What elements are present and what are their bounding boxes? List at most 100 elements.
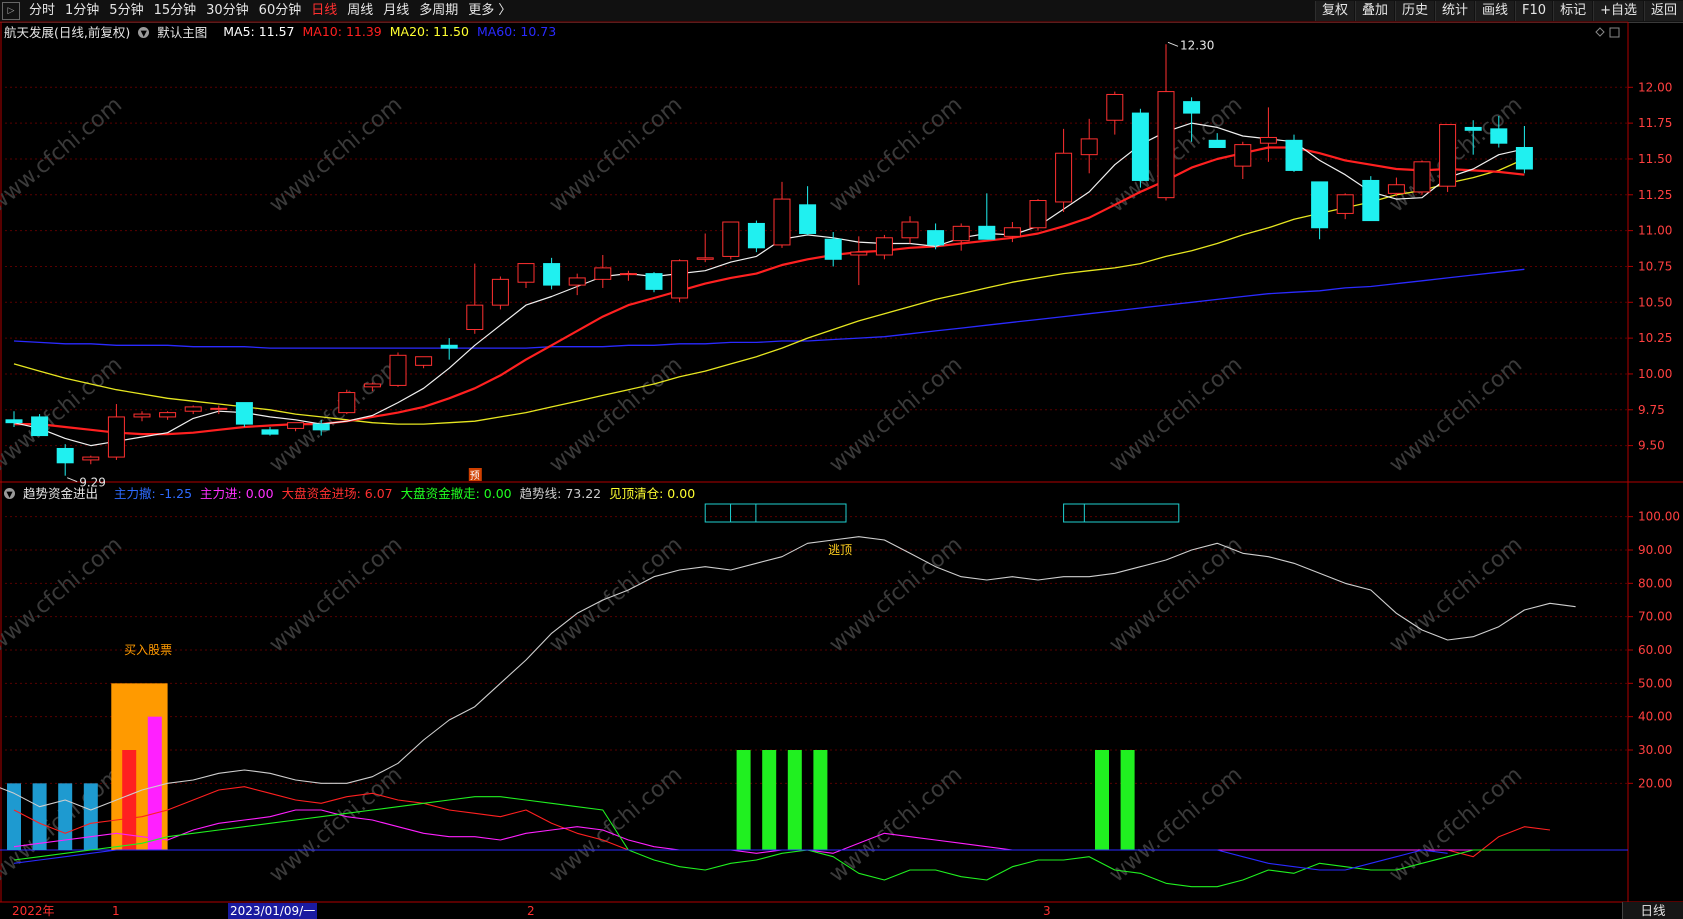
price-tick-label: 10.25	[1638, 331, 1672, 345]
indicator-tick-label: 100.00	[1638, 510, 1680, 524]
candle-body	[133, 413, 151, 418]
toolbar-action-button[interactable]: 历史	[1394, 1, 1434, 21]
indicator-name: 趋势资金进出	[23, 485, 99, 501]
date-label-month-1: 1	[112, 904, 120, 918]
candle-body	[82, 456, 100, 461]
toolbar-action-button[interactable]: 返回	[1643, 1, 1683, 21]
candle-body	[978, 225, 996, 240]
candle-body	[159, 412, 177, 418]
green-bar	[762, 750, 777, 850]
period-tab[interactable]: 更多 〉	[463, 0, 516, 22]
toolbar-action-button[interactable]: 统计	[1435, 1, 1475, 21]
toolbar-action-button[interactable]: F10	[1515, 1, 1553, 21]
watermark-text: www.cfchi.com	[825, 92, 967, 217]
ma60-line	[13, 268, 1525, 349]
candle-body	[1131, 112, 1149, 181]
candle-body	[1515, 146, 1533, 170]
watermark-text: www.cfchi.com	[265, 352, 407, 477]
price-tick-label: 9.50	[1638, 439, 1665, 453]
candle-body	[261, 429, 279, 435]
toolbar-action-button[interactable]: 画线	[1475, 1, 1515, 21]
green-bar	[736, 750, 751, 850]
period-tab[interactable]: 多周期	[414, 0, 463, 22]
toolbar-action-button[interactable]: +自选	[1593, 1, 1643, 21]
period-tab[interactable]: 15分钟	[149, 0, 202, 22]
price-tick-label: 10.75	[1638, 259, 1672, 273]
outflow-line	[13, 796, 1550, 888]
indicator-value-label: 主力进: 0.00	[200, 485, 274, 501]
stock-label: 航天发展(日线,前复权)	[4, 24, 131, 40]
watermark-text: www.cfchi.com	[825, 762, 967, 887]
watermark-text: www.cfchi.com	[265, 92, 407, 217]
toolbar-action-button[interactable]: 标记	[1553, 1, 1593, 21]
period-tab[interactable]: 30分钟	[201, 0, 254, 22]
collapse-arrow-icon[interactable]: ▷	[2, 2, 20, 20]
watermark-text: www.cfchi.com	[1105, 532, 1247, 657]
ma-value-label: MA20: 11.50	[389, 23, 469, 39]
watermark-text: www.cfchi.com	[545, 92, 687, 217]
green-bar	[1120, 750, 1135, 850]
main-info-bar: 航天发展(日线,前复权) ▾ 默认主图 MA5: 11.57 MA10: 11.39…	[0, 22, 564, 40]
watermark-text: www.cfchi.com	[1385, 532, 1527, 657]
candle-body	[568, 277, 586, 286]
watermark-text: www.cfchi.com	[265, 762, 407, 887]
watermark-text: www.cfchi.com	[1385, 92, 1527, 217]
period-tab[interactable]: 分时	[24, 0, 60, 22]
watermark-text: www.cfchi.com	[0, 352, 127, 477]
cyan-bar	[58, 783, 73, 850]
candle-body	[747, 222, 765, 249]
candle-body	[1311, 181, 1329, 229]
candle-body	[1285, 139, 1303, 171]
period-button[interactable]: 日线	[1622, 902, 1683, 919]
candle-body	[773, 198, 791, 246]
period-tab[interactable]: 60分钟	[254, 0, 307, 22]
candle-body	[696, 257, 714, 260]
inflow-line	[13, 786, 1551, 858]
candle-body	[415, 356, 433, 366]
toolbar-action-button[interactable]: 复权	[1314, 1, 1354, 21]
candle-body	[619, 273, 637, 276]
green-bar	[787, 750, 802, 850]
high-arrow-icon	[1167, 41, 1179, 47]
cyan-bar	[83, 783, 98, 850]
period-toolbar: ▷ 分时 1分钟 5分钟 15分钟 30分钟 60分钟 日线 周线 月线 多周期 更多 〉 复权 叠加…	[0, 0, 1683, 23]
dropdown-icon[interactable]: ▾	[4, 487, 15, 499]
dropdown-icon[interactable]: ▾	[138, 26, 150, 38]
candle-body	[338, 392, 356, 414]
green-bar	[1095, 750, 1109, 850]
period-tab[interactable]: 周线	[342, 0, 378, 22]
selected-date[interactable]: 2023/01/09/一	[228, 903, 318, 919]
candle-body	[875, 237, 893, 256]
chart-canvas[interactable]: www.cfchi.com www.cfchi.com www.cfchi.com w…	[0, 0, 1683, 919]
candle-body	[1106, 93, 1124, 121]
template-selector[interactable]: ▾ 默认主图	[138, 22, 215, 41]
watermark-text: www.cfchi.com	[1105, 762, 1247, 887]
candle-body	[287, 422, 305, 429]
toolbar-action-button[interactable]: 叠加	[1354, 1, 1394, 21]
indicator-selector[interactable]: ▾ 趋势资金进出	[4, 483, 106, 502]
candle-body	[1464, 126, 1482, 131]
buy-signal-bar	[111, 683, 168, 850]
forecast-marker	[468, 468, 482, 481]
candle-body	[645, 273, 663, 290]
watermark-text: www.cfchi.com	[545, 762, 687, 887]
settings-icon	[1609, 27, 1620, 38]
indicator-tick-label: 20.00	[1638, 776, 1672, 790]
date-label-year: 2022年	[12, 904, 55, 918]
period-tab[interactable]: 月线	[378, 0, 414, 22]
indicator-tick-label: 80.00	[1638, 576, 1672, 590]
watermark-text: www.cfchi.com	[0, 762, 127, 887]
period-tab[interactable]: 5分钟	[104, 0, 148, 22]
ma20-line	[13, 158, 1525, 425]
candle-body	[824, 238, 842, 260]
escape-top-label: 逃顶	[828, 543, 852, 557]
indicator-tick-label: 70.00	[1638, 610, 1672, 624]
candle-body	[31, 416, 49, 437]
candle-body	[1029, 200, 1047, 229]
date-label-month-3: 3	[1043, 904, 1051, 918]
period-tab[interactable]: 日线	[306, 0, 342, 22]
period-tab[interactable]: 1分钟	[60, 0, 104, 22]
red-bar	[122, 750, 137, 850]
price-tick-label: 11.00	[1638, 224, 1672, 238]
candle-body	[466, 304, 484, 331]
